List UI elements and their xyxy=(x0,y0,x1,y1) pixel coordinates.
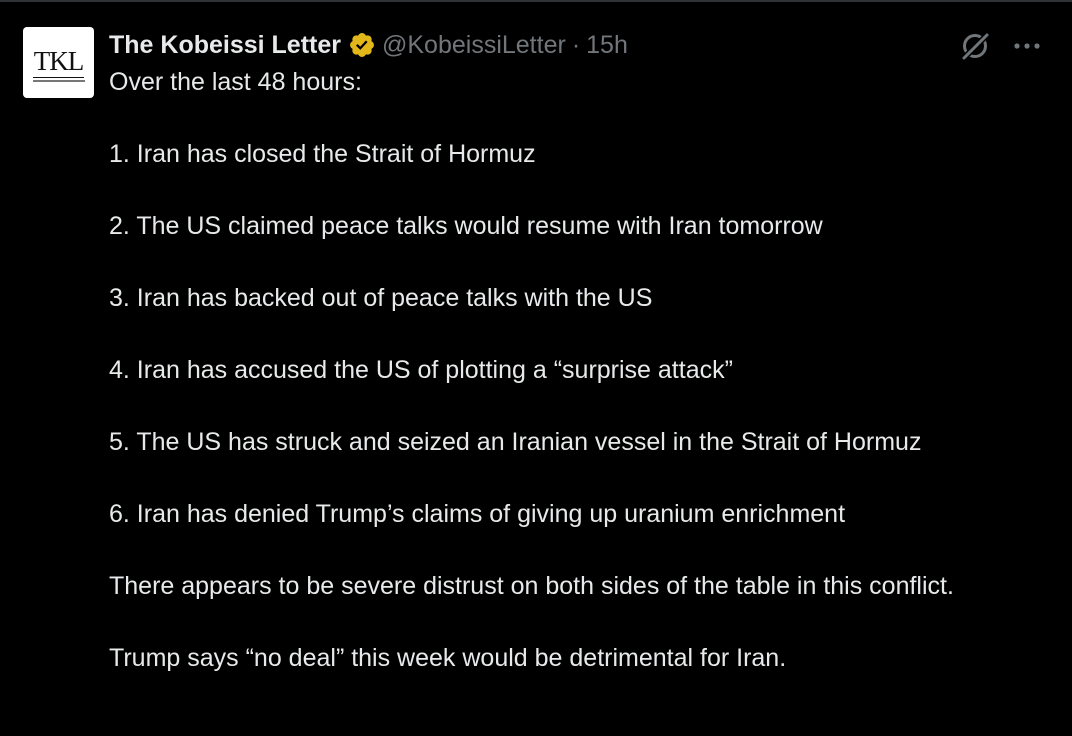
tweet-paragraph: 5. The US has struck and seized an Irani… xyxy=(109,428,922,456)
verified-badge-icon[interactable] xyxy=(348,31,376,59)
author-handle[interactable]: @KobeissiLetter xyxy=(382,28,566,62)
tweet-header: The Kobeissi Letter @KobeissiLetter · 15… xyxy=(109,28,628,62)
grok-icon[interactable] xyxy=(958,29,994,63)
tweet[interactable]: TKL The Kobeissi Letter @KobeissiLetter … xyxy=(0,0,1072,736)
tweet-paragraph: 4. Iran has accused the US of plotting a… xyxy=(109,356,733,384)
tweet-paragraph: 1. Iran has closed the Strait of Hormuz xyxy=(109,140,536,168)
author-display-name[interactable]: The Kobeissi Letter xyxy=(109,28,341,62)
tweet-paragraph: There appears to be severe distrust on b… xyxy=(109,572,954,600)
tweet-paragraph: Over the last 48 hours: xyxy=(109,68,362,96)
avatar[interactable]: TKL xyxy=(23,27,94,98)
tweet-paragraph: 6. Iran has denied Trump’s claims of giv… xyxy=(109,500,846,528)
more-options-icon[interactable] xyxy=(1011,33,1043,59)
tweet-paragraph: 3. Iran has backed out of peace talks wi… xyxy=(109,284,653,312)
tweet-paragraph: Trump says “no deal” this week would be … xyxy=(109,644,787,672)
avatar-logo-subtext xyxy=(32,79,85,82)
tweet-text: Over the last 48 hours: 1. Iran has clos… xyxy=(109,64,1049,676)
avatar-logo-text: TKL xyxy=(32,45,84,78)
header-separator: · xyxy=(571,31,581,59)
tweet-paragraph: 2. The US claimed peace talks would resu… xyxy=(109,212,823,240)
tweet-timestamp[interactable]: 15h xyxy=(586,28,628,62)
